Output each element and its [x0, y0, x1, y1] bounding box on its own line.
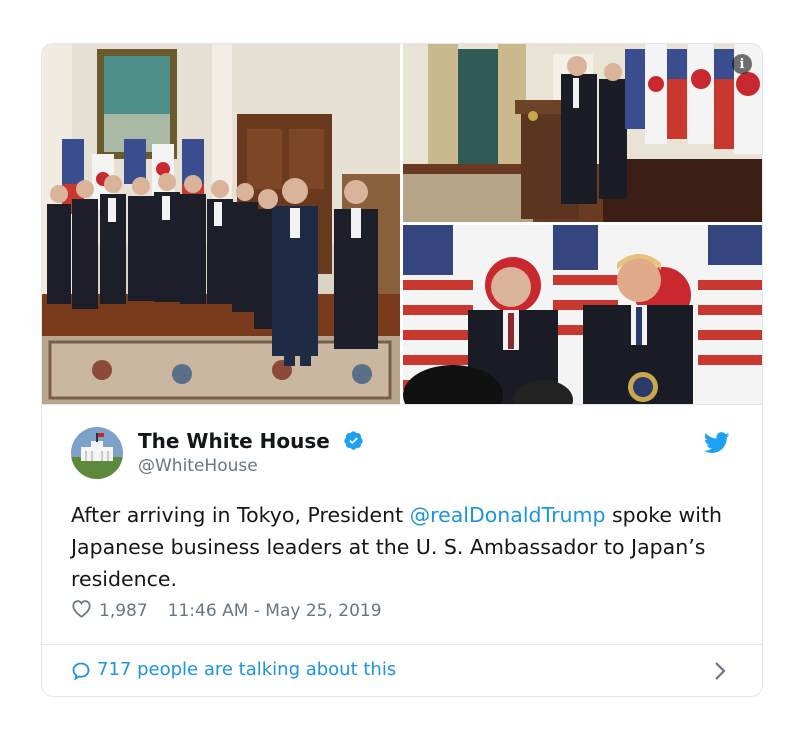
- photo-group-business-leaders[interactable]: [42, 44, 400, 404]
- twitter-bird-icon[interactable]: [703, 432, 730, 458]
- talking-count-text[interactable]: 717 people are talking about this: [97, 659, 396, 680]
- mention-link[interactable]: @realDonaldTrump: [410, 503, 606, 527]
- heart-icon[interactable]: [71, 599, 92, 623]
- tweet-body: The White House @WhiteHouse After arrivi…: [42, 404, 762, 645]
- display-name[interactable]: The White House: [138, 429, 364, 456]
- verified-badge-icon: [343, 430, 364, 456]
- tweet-text-before: After arriving in Tokyo, President: [71, 503, 410, 527]
- display-name-text[interactable]: The White House: [138, 429, 330, 453]
- speech-bubble-icon: [71, 661, 91, 685]
- avatar[interactable]: [71, 427, 123, 479]
- chevron-right-icon[interactable]: [714, 661, 726, 685]
- embedded-tweet-card: i The White House @WhiteHouse After arri…: [41, 43, 763, 697]
- handle[interactable]: @WhiteHouse: [138, 456, 258, 476]
- photo-podium-flags[interactable]: i: [403, 44, 762, 222]
- timestamp-link[interactable]: 11:46 AM - May 25, 2019: [168, 601, 382, 621]
- tweet-meta: 1,987 11:46 AM - May 25, 2019: [71, 599, 382, 623]
- tweet-text: After arriving in Tokyo, President @real…: [71, 499, 731, 595]
- info-icon[interactable]: i: [732, 54, 752, 74]
- like-count[interactable]: 1,987: [99, 601, 148, 621]
- photo-grid: i: [42, 44, 762, 404]
- talking-about-link[interactable]: 717 people are talking about this: [42, 644, 762, 696]
- photo-speaker-at-podium[interactable]: [403, 225, 762, 404]
